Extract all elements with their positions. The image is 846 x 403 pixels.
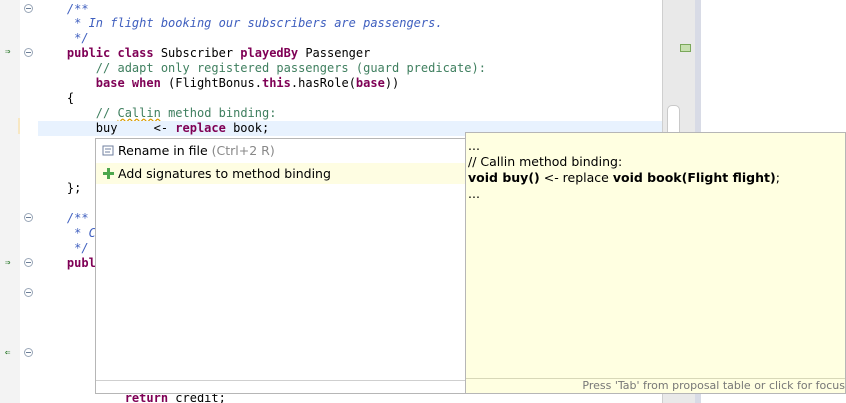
proposal-label: Add signatures to method binding xyxy=(118,166,331,181)
code-line[interactable]: */ xyxy=(38,31,662,46)
code-token: * In flight booking our subscribers are … xyxy=(38,16,443,30)
fold-collapse-icon[interactable] xyxy=(24,258,33,267)
folding-ruler xyxy=(20,0,38,403)
quick-assist-proposals[interactable]: Rename in file (Ctrl+2 R) Add signatures… xyxy=(95,138,466,394)
fold-collapse-icon[interactable] xyxy=(24,48,33,57)
code-token: base xyxy=(355,76,385,90)
code-token: Callin xyxy=(117,106,161,120)
info-token: void buy() xyxy=(468,170,540,185)
info-token: void book(Flight flight) xyxy=(612,170,776,185)
proposal-add-signatures[interactable]: Add signatures to method binding xyxy=(96,163,465,184)
proposal-shortcut: (Ctrl+2 R) xyxy=(207,143,275,158)
code-token: replace xyxy=(175,121,226,135)
code-line[interactable]: { xyxy=(38,91,662,106)
info-line: void buy() <- replace void book(Flight f… xyxy=(468,170,780,186)
info-status-text: Press 'Tab' from proposal table or click… xyxy=(582,379,845,392)
code-line[interactable]: // Callin method binding: xyxy=(38,106,662,121)
code-line[interactable]: base when (FlightBonus.this.hasRole(base… xyxy=(38,76,662,91)
code-token: /** xyxy=(38,211,89,225)
override-marker-icon: ⇒ xyxy=(5,258,11,268)
code-token: .hasRole( xyxy=(290,76,356,90)
info-line: ... xyxy=(468,138,480,154)
code-token: */ xyxy=(38,31,89,45)
code-token: publ xyxy=(38,256,96,270)
code-token: Subscriber xyxy=(153,46,241,60)
code-token: playedBy xyxy=(240,46,299,60)
code-token: // xyxy=(38,106,118,120)
overview-ruler-marker[interactable] xyxy=(680,44,691,52)
fold-collapse-icon[interactable] xyxy=(24,288,33,297)
info-token: ; xyxy=(775,170,780,185)
code-token: }; xyxy=(38,181,82,195)
override-marker-icon: ⇒ xyxy=(5,47,11,57)
code-token: this xyxy=(261,76,291,90)
fold-collapse-icon[interactable] xyxy=(24,213,33,222)
vertical-ruler: ⇒ ⇒ ⇐ xyxy=(0,0,20,403)
code-token: book; xyxy=(225,121,270,135)
info-line: // Callin method binding: xyxy=(468,154,622,170)
info-token: <- replace xyxy=(539,170,613,185)
callin-marker-icon: ⇐ xyxy=(5,348,11,358)
fold-collapse-icon[interactable] xyxy=(24,4,33,13)
fold-collapse-icon[interactable] xyxy=(24,348,33,357)
code-token: Passenger xyxy=(298,46,371,60)
code-token: public class xyxy=(38,46,154,60)
code-token: * C xyxy=(38,226,96,240)
code-token: base when xyxy=(95,76,161,90)
code-line[interactable]: public class Subscriber playedBy Passeng… xyxy=(38,46,662,61)
code-token: */ xyxy=(38,241,89,255)
proposal-info-popup[interactable]: ...// Callin method binding: void buy() <… xyxy=(465,132,846,394)
add-icon xyxy=(102,163,116,184)
code-line[interactable]: // adapt only registered passengers (gua… xyxy=(38,61,662,76)
proposals-footer-divider xyxy=(96,380,465,381)
info-line: ... xyxy=(468,186,480,202)
proposal-label: Rename in file xyxy=(118,143,208,158)
info-status-bar: Press 'Tab' from proposal table or click… xyxy=(466,378,845,393)
info-token: ... xyxy=(468,186,480,201)
code-token: buy <- xyxy=(38,121,176,135)
rename-icon xyxy=(102,140,116,161)
code-token: { xyxy=(38,91,75,105)
code-line[interactable]: /** xyxy=(38,2,662,17)
code-token: // adapt only registered passengers (gua… xyxy=(38,61,486,75)
code-token: )) xyxy=(384,76,400,90)
info-token: ... xyxy=(468,138,480,153)
code-token: /** xyxy=(38,2,89,16)
proposal-rename-in-file[interactable]: Rename in file (Ctrl+2 R) xyxy=(96,140,465,161)
code-token: (FlightBonus. xyxy=(160,76,262,90)
code-line[interactable]: * In flight booking our subscribers are … xyxy=(38,16,662,31)
code-token: method binding: xyxy=(160,106,277,120)
info-token: // Callin method binding: xyxy=(468,154,623,169)
